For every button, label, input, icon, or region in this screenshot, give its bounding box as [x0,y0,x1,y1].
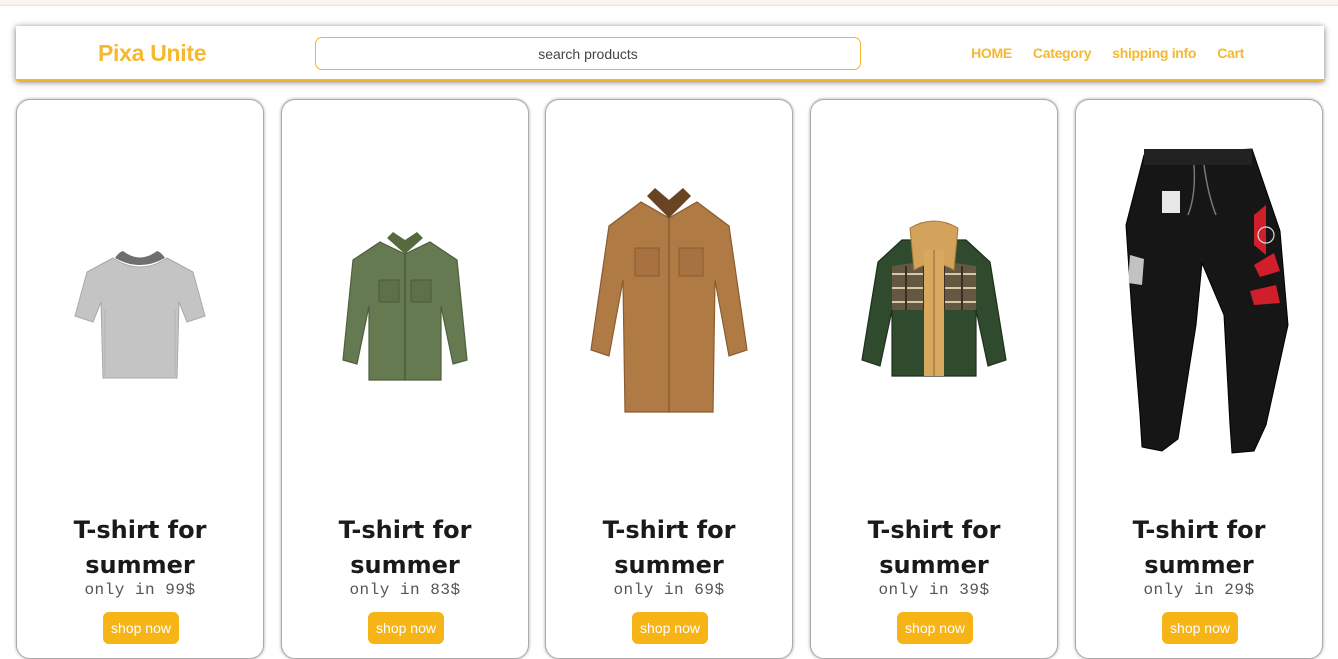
product-image [282,100,528,500]
shirt-image [590,188,748,413]
product-title-line2: summer [1144,551,1254,579]
top-strip [0,0,1338,6]
product-card: T-shirt for summer only in 69$ shop now [545,99,793,659]
product-card: T-shirt for summer only in 39$ shop now [810,99,1058,659]
product-title: T-shirt for summer [282,513,528,583]
product-price: only in 99$ [84,581,196,599]
product-card: T-shirt for summer only in 29$ shop now [1075,99,1323,659]
product-image [17,100,263,500]
pants-image [1125,148,1289,454]
product-title-line1: T-shirt for [867,516,1001,544]
nav-cart[interactable]: Cart [1217,45,1244,61]
product-price: only in 29$ [1143,581,1255,599]
shirt-image [342,232,468,381]
product-image [811,100,1057,500]
shop-now-button[interactable]: shop now [103,612,179,644]
product-card: T-shirt for summer only in 99$ shop now [16,99,264,659]
header-bar: Pixa Unite HOME Category shipping info C… [16,26,1324,81]
nav-shipping-info[interactable]: shipping info [1112,45,1196,61]
shop-now-button[interactable]: shop now [1162,612,1238,644]
shop-now-button[interactable]: shop now [632,612,708,644]
product-price: only in 39$ [878,581,990,599]
nav-category[interactable]: Category [1033,45,1092,61]
product-card: T-shirt for summer only in 83$ shop now [281,99,529,659]
product-image [1076,100,1322,500]
product-title: T-shirt for summer [17,513,263,583]
product-title-line2: summer [350,551,460,579]
product-title-line1: T-shirt for [1132,516,1266,544]
product-title-line2: summer [614,551,724,579]
shop-now-button[interactable]: shop now [897,612,973,644]
product-title: T-shirt for summer [546,513,792,583]
product-title-line1: T-shirt for [602,516,736,544]
product-title-line1: T-shirt for [73,516,207,544]
product-price: only in 83$ [349,581,461,599]
tshirt-image [74,251,206,379]
search-input[interactable] [315,37,861,70]
product-title-line2: summer [85,551,195,579]
nav-home[interactable]: HOME [971,45,1012,61]
product-title: T-shirt for summer [1076,513,1322,583]
jacket-image [861,220,1007,377]
product-title: T-shirt for summer [811,513,1057,583]
logo[interactable]: Pixa Unite [98,40,207,67]
product-title-line2: summer [879,551,989,579]
main-nav: HOME Category shipping info Cart [971,45,1244,61]
shop-now-button[interactable]: shop now [368,612,444,644]
product-price: only in 69$ [613,581,725,599]
product-title-line1: T-shirt for [338,516,472,544]
product-image [546,100,792,500]
